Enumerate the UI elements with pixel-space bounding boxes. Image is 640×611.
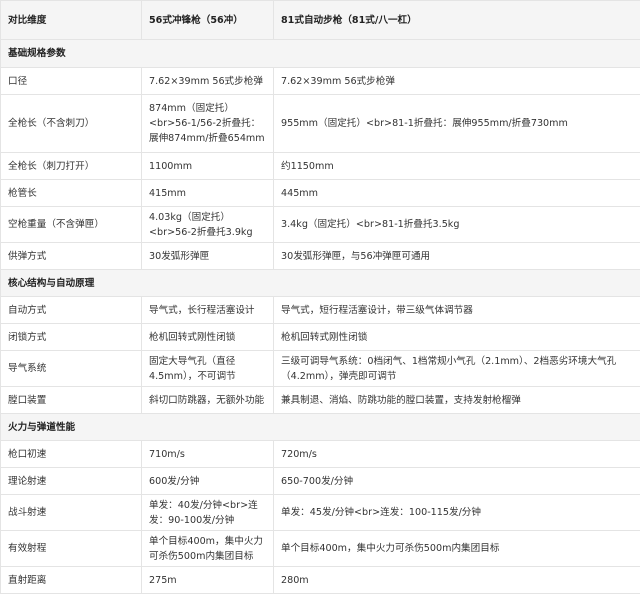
type56-cell: 固定大导气孔（直径4.5mm），不可调节 [141, 350, 274, 387]
section-title: 基础规格参数 [0, 39, 640, 68]
type56-cell: 单发：40发/分钟<br>连发：90-100发/分钟 [141, 494, 274, 531]
table-row: 空枪重量（不含弹匣） 4.03kg（固定托）<br>56-2折叠托3.9kg 3… [0, 206, 640, 243]
type81-cell: 7.62×39mm 56式步枪弹 [273, 67, 640, 95]
type56-cell: 斜切口防跳器，无额外功能 [141, 386, 274, 414]
table-row: 供弹方式 30发弧形弹匣 30发弧形弹匣，与56冲弹匣可通用 [0, 242, 640, 270]
table-row: 枪口初速 710m/s 720m/s [0, 440, 640, 468]
type56-cell: 874mm（固定托）<br>56-1/56-2折叠托：展伸874mm/折叠654… [141, 94, 274, 153]
row-label: 导气系统 [0, 350, 142, 387]
table-row: 自动方式 导气式，长行程活塞设计 导气式，短行程活塞设计，带三级气体调节器 [0, 296, 640, 324]
section-title: 核心结构与自动原理 [0, 269, 640, 297]
table-row: 全枪长（不含刺刀） 874mm（固定托）<br>56-1/56-2折叠托：展伸8… [0, 94, 640, 153]
table-row: 理论射速 600发/分钟 650-700发/分钟 [0, 467, 640, 495]
type56-cell: 30发弧形弹匣 [141, 242, 274, 270]
type81-cell: 3.4kg（固定托）<br>81-1折叠托3.5kg [273, 206, 640, 243]
table-row: 全枪长（刺刀打开） 1100mm 约1150mm [0, 152, 640, 180]
type81-cell: 30发弧形弹匣，与56冲弹匣可通用 [273, 242, 640, 270]
type81-cell: 单发：45发/分钟<br>连发：100-115发/分钟 [273, 494, 640, 531]
type81-cell: 枪机回转式刚性闭锁 [273, 323, 640, 351]
table-row: 膛口装置 斜切口防跳器，无额外功能 兼具制退、消焰、防跳功能的膛口装置，支持发射… [0, 386, 640, 414]
row-label: 口径 [0, 67, 142, 95]
column-header-type81: 81式自动步枪（81式/八一杠） [273, 0, 640, 40]
type81-cell: 三级可调导气系统：0档闭气、1档常规小气孔（2.1mm）、2档恶劣环境大气孔（4… [273, 350, 640, 387]
row-label: 空枪重量（不含弹匣） [0, 206, 142, 243]
row-label: 直射距离 [0, 566, 142, 594]
section-row: 火力与弹道性能 [0, 413, 640, 441]
row-label: 自动方式 [0, 296, 142, 324]
table-row: 闭锁方式 枪机回转式刚性闭锁 枪机回转式刚性闭锁 [0, 323, 640, 351]
type56-cell: 415mm [141, 179, 274, 207]
column-header-type56: 56式冲锋枪（56冲） [141, 0, 274, 40]
table-header: 对比维度 56式冲锋枪（56冲） 81式自动步枪（81式/八一杠） [0, 0, 640, 40]
row-label: 供弹方式 [0, 242, 142, 270]
row-label: 战斗射速 [0, 494, 142, 531]
column-header-dimension: 对比维度 [0, 0, 142, 40]
table-row: 枪管长 415mm 445mm [0, 179, 640, 207]
section-row: 基础规格参数 [0, 39, 640, 68]
row-label: 有效射程 [0, 530, 142, 567]
type81-cell: 445mm [273, 179, 640, 207]
type81-cell: 720m/s [273, 440, 640, 468]
type56-cell: 枪机回转式刚性闭锁 [141, 323, 274, 351]
type56-cell: 710m/s [141, 440, 274, 468]
type56-cell: 4.03kg（固定托）<br>56-2折叠托3.9kg [141, 206, 274, 243]
type81-cell: 280m [273, 566, 640, 594]
row-label: 全枪长（不含刺刀） [0, 94, 142, 153]
type81-cell: 约1150mm [273, 152, 640, 180]
type56-cell: 7.62×39mm 56式步枪弹 [141, 67, 274, 95]
section-title: 火力与弹道性能 [0, 413, 640, 441]
row-label: 理论射速 [0, 467, 142, 495]
row-label: 枪口初速 [0, 440, 142, 468]
table-row: 直射距离 275m 280m [0, 566, 640, 594]
type81-cell: 导气式，短行程活塞设计，带三级气体调节器 [273, 296, 640, 324]
row-label: 膛口装置 [0, 386, 142, 414]
row-label: 闭锁方式 [0, 323, 142, 351]
table-row: 口径 7.62×39mm 56式步枪弹 7.62×39mm 56式步枪弹 [0, 67, 640, 95]
row-label: 枪管长 [0, 179, 142, 207]
type81-cell: 650-700发/分钟 [273, 467, 640, 495]
comparison-table: 对比维度 56式冲锋枪（56冲） 81式自动步枪（81式/八一杠） 基础规格参数… [0, 0, 640, 594]
table-row: 有效射程 单个目标400m，集中火力可杀伤500m内集团目标 单个目标400m，… [0, 530, 640, 567]
type56-cell: 单个目标400m，集中火力可杀伤500m内集团目标 [141, 530, 274, 567]
row-label: 全枪长（刺刀打开） [0, 152, 142, 180]
section-row: 核心结构与自动原理 [0, 269, 640, 297]
type56-cell: 275m [141, 566, 274, 594]
table-row: 战斗射速 单发：40发/分钟<br>连发：90-100发/分钟 单发：45发/分… [0, 494, 640, 531]
type81-cell: 955mm（固定托）<br>81-1折叠托：展伸955mm/折叠730mm [273, 94, 640, 153]
type56-cell: 1100mm [141, 152, 274, 180]
type81-cell: 单个目标400m，集中火力可杀伤500m内集团目标 [273, 530, 640, 567]
table-row: 导气系统 固定大导气孔（直径4.5mm），不可调节 三级可调导气系统：0档闭气、… [0, 350, 640, 387]
type81-cell: 兼具制退、消焰、防跳功能的膛口装置，支持发射枪榴弹 [273, 386, 640, 414]
type56-cell: 导气式，长行程活塞设计 [141, 296, 274, 324]
type56-cell: 600发/分钟 [141, 467, 274, 495]
